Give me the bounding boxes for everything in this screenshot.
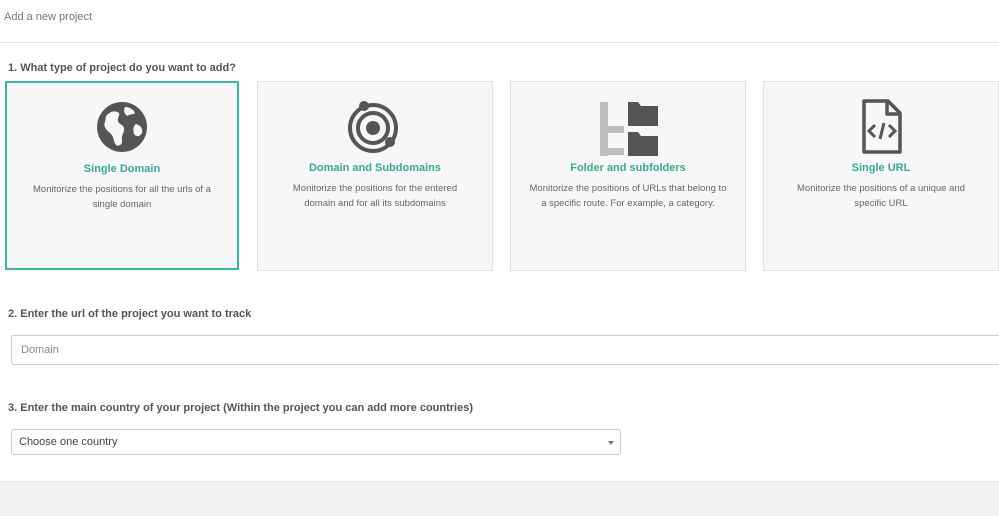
- card-single-domain[interactable]: Single Domain Monitorize the positions f…: [5, 81, 239, 270]
- card-folder-and-subfolders[interactable]: Folder and subfolders Monitorize the pos…: [510, 81, 746, 271]
- card-title: Domain and Subdomains: [308, 162, 441, 174]
- card-title: Single Domain: [83, 163, 161, 175]
- card-description: Monitorize the positions for all the url…: [33, 184, 211, 210]
- card-description: Monitorize the positions for the entered…: [292, 183, 458, 209]
- code-file-icon: [862, 99, 902, 154]
- country-select[interactable]: Choose one country: [11, 429, 621, 455]
- card-description: Monitorize the positions of URLs that be…: [529, 183, 727, 209]
- card-title: Single URL: [851, 162, 911, 174]
- project-type-question: 1. What type of project do you want to a…: [8, 62, 236, 74]
- folder-tree-icon: [600, 102, 658, 156]
- project-url-question: 2. Enter the url of the project you want…: [8, 308, 252, 320]
- card-description: Monitorize the positions of a unique and…: [797, 183, 965, 209]
- country-question: 3. Enter the main country of your projec…: [8, 402, 474, 414]
- domain-input[interactable]: [11, 335, 999, 365]
- country-select-value: Choose one country: [19, 436, 118, 448]
- page-title: Add a new project: [4, 11, 93, 23]
- globe-icon: [97, 102, 147, 152]
- chevron-down-icon: [608, 441, 614, 445]
- page-footer: [0, 481, 999, 516]
- card-title: Folder and subfolders: [570, 162, 686, 174]
- page-header: Add a new project: [0, 0, 999, 43]
- orbit-icon: [348, 101, 398, 153]
- card-single-url[interactable]: Single URL Monitorize the positions of a…: [763, 81, 999, 271]
- card-domain-and-subdomains[interactable]: Domain and Subdomains Monitorize the pos…: [257, 81, 493, 271]
